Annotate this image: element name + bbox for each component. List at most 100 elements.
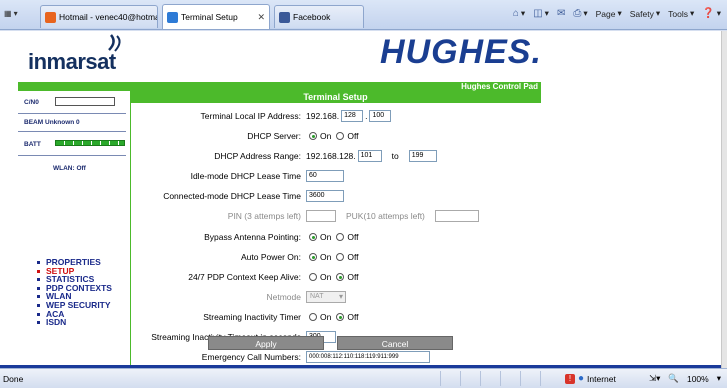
quick-tabs-icon[interactable]: ▦	[4, 9, 12, 23]
close-icon[interactable]: ✕	[251, 12, 265, 23]
browser-status-bar: Done ! ● Internet ⇲▾ 🔍 100% ▾	[0, 368, 727, 388]
stream-timer-off-radio[interactable]	[336, 313, 345, 321]
radio-label: Off	[347, 252, 359, 262]
dhcp-server-on-radio[interactable]	[309, 132, 317, 140]
dhcp-range-end-field[interactable]: 199	[408, 150, 437, 162]
sidebar: C/N0 BEAM Unknown 0 BATT WLAN: Off PROPE…	[18, 91, 126, 368]
pdp-keepalive-label: 24/7 PDP Context Keep Alive:	[188, 272, 301, 282]
zoom-control[interactable]: ⇲▾ 🔍 100% ▾	[649, 373, 721, 384]
side-nav: PROPERTIES SETUP STATISTICS PDP CONTEXTS…	[34, 258, 112, 327]
ip-prefix: 192.168.	[306, 111, 340, 121]
beam-label: BEAM	[24, 119, 44, 126]
idle-lease-field[interactable]: 60	[306, 170, 344, 182]
stream-timer-on-radio[interactable]	[309, 313, 317, 321]
chevron-down-icon: ▾	[716, 373, 721, 383]
tab-terminal-setup[interactable]: Terminal Setup ✕	[162, 4, 270, 29]
dhcp-server-off-radio[interactable]	[336, 132, 345, 140]
radio-label: On	[320, 232, 332, 242]
netmode-select[interactable]: NAT	[306, 291, 346, 303]
connected-lease-field[interactable]: 3600	[306, 190, 344, 202]
nav-isdn[interactable]: ISDN	[34, 318, 112, 327]
dhcp-range-start-field[interactable]: 101	[357, 150, 382, 162]
tab-label: Terminal Setup	[181, 12, 238, 22]
page-icon	[167, 11, 178, 23]
pin-field[interactable]	[306, 210, 336, 222]
safety-menu[interactable]: Safety ▾	[630, 8, 660, 19]
emergency-numbers-field[interactable]: 000:008:112:110:118:119:911:999	[306, 351, 430, 363]
security-zone[interactable]: ! ● Internet	[565, 373, 616, 384]
stream-timer-label: Streaming Inactivity Timer	[203, 312, 301, 322]
tools-menu[interactable]: Tools ▾	[668, 8, 694, 19]
auto-power-row: Auto Power On: On Off	[130, 250, 541, 264]
cno-meter	[55, 97, 115, 106]
dhcp-range-row: DHCP Address Range: 192.168.128. 101 to …	[130, 149, 541, 163]
mail-button[interactable]: ✉	[557, 8, 565, 19]
battery-meter	[55, 140, 125, 146]
idle-lease-row: Idle-mode DHCP Lease Time 60	[130, 169, 541, 183]
bypass-off-radio[interactable]	[336, 233, 345, 241]
beam-value: Unknown 0	[45, 119, 80, 126]
radio-label: On	[320, 312, 332, 322]
apply-button[interactable]: Apply	[208, 336, 324, 350]
page-menu[interactable]: Page ▾	[596, 8, 622, 19]
feeds-button[interactable]: ◫ ▾	[533, 8, 549, 19]
page-content: inmarsat HUGHES. Hughes Control Pad C/N0…	[0, 31, 721, 368]
status-text: Done	[3, 374, 24, 384]
auto-power-off-radio[interactable]	[336, 253, 345, 261]
tab-list-dropdown-icon[interactable]: ▾	[14, 9, 18, 23]
idle-lease-label: Idle-mode DHCP Lease Time	[190, 171, 301, 181]
puk-field[interactable]	[434, 210, 479, 222]
radio-label: On	[320, 252, 332, 262]
quick-tabs[interactable]: ▦ ▾	[4, 9, 36, 23]
tab-facebook[interactable]: Facebook	[274, 5, 364, 28]
connected-lease-row: Connected-mode DHCP Lease Time 3600	[130, 189, 541, 203]
pdp-keepalive-on-radio[interactable]	[309, 273, 317, 281]
tab-label: Facebook	[293, 12, 331, 22]
netmode-row: Netmode NAT	[130, 290, 541, 304]
print-button[interactable]: ⎙ ▾	[573, 8, 587, 19]
divider	[18, 155, 126, 156]
radio-label: Off	[347, 272, 359, 282]
cno-label: C/N0	[24, 99, 39, 106]
status-cells	[440, 371, 560, 386]
netmode-label: Netmode	[266, 292, 302, 302]
hotmail-icon	[45, 11, 56, 23]
vertical-scrollbar[interactable]	[721, 31, 727, 368]
stream-timer-row: Streaming Inactivity Timer On Off	[130, 310, 541, 324]
pdp-keepalive-off-radio[interactable]	[336, 273, 345, 281]
emergency-numbers-label: Emergency Call Numbers:	[201, 352, 301, 362]
tab-label: Hotmail - venec40@hotmail.c...	[59, 12, 157, 22]
home-icon: ⌂	[512, 8, 519, 19]
radio-label: Off	[347, 232, 359, 242]
divider	[18, 113, 126, 114]
control-pad-title: Hughes Control Pad	[461, 82, 538, 91]
auto-power-on-radio[interactable]	[309, 253, 317, 261]
protected-mode-icon[interactable]: ⇲▾	[649, 373, 660, 384]
header-bar: Hughes Control Pad	[18, 82, 541, 91]
zoom-icon: 🔍	[668, 373, 679, 383]
wlan-status: WLAN: Off	[53, 165, 86, 172]
tab-hotmail[interactable]: Hotmail - venec40@hotmail.c...	[40, 5, 158, 28]
bypass-on-radio[interactable]	[309, 233, 317, 241]
radio-label: On	[320, 131, 332, 141]
home-button[interactable]: ⌂ ▾	[513, 8, 525, 19]
batt-label: BATT	[24, 141, 41, 148]
divider	[18, 131, 126, 132]
terminal-setup-panel: Terminal Setup Terminal Local IP Address…	[130, 91, 541, 368]
cancel-button[interactable]: Cancel	[337, 336, 453, 350]
dhcp-range-to: to	[391, 151, 399, 161]
ip-octet3-field[interactable]: 128	[341, 110, 364, 122]
radio-label: On	[320, 272, 332, 282]
ip-octet4-field[interactable]: 100	[369, 110, 392, 122]
bypass-antenna-row: Bypass Antenna Pointing: On Off	[130, 230, 541, 244]
dhcp-range-prefix: 192.168.128.	[306, 151, 356, 161]
bypass-antenna-label: Bypass Antenna Pointing:	[204, 232, 301, 242]
facebook-icon	[279, 11, 290, 23]
help-button[interactable]: ❓ ▾	[702, 8, 721, 19]
emergency-numbers-row: Emergency Call Numbers: 000:008:112:110:…	[130, 350, 541, 364]
ip-dot: .	[365, 111, 368, 121]
inmarsat-swoosh-icon	[108, 34, 121, 52]
auto-power-label: Auto Power On:	[240, 252, 301, 262]
dhcp-server-row: DHCP Server: On Off	[130, 129, 541, 143]
radio-label: Off	[347, 131, 359, 141]
